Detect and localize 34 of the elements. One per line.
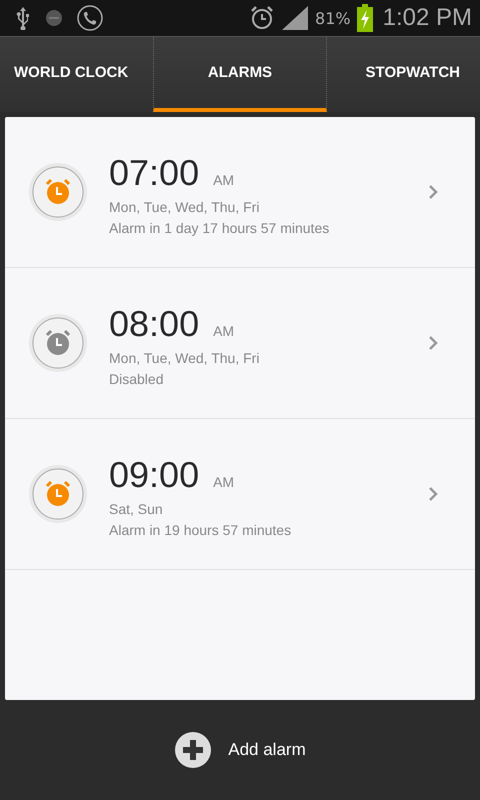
plus-icon (174, 731, 212, 769)
signal-icon (281, 5, 310, 31)
chevron-right-icon (428, 335, 438, 351)
alarm-time: 09:00 (109, 454, 200, 496)
alarm-status: Disabled (109, 372, 164, 387)
alarm-status: Alarm in 1 day 17 hours 57 minutes (109, 221, 330, 236)
circle-icon (44, 8, 64, 28)
battery-charging-icon (356, 4, 373, 32)
alarm-row[interactable]: 08:00 AM Mon, Tue, Wed, Thu, Fri Disabled (5, 268, 475, 419)
chevron-right-icon (428, 486, 438, 502)
chevron-right-icon (428, 184, 438, 200)
alarm-days: Mon, Tue, Wed, Thu, Fri (109, 351, 428, 366)
alarm-days: Mon, Tue, Wed, Thu, Fri (109, 200, 428, 215)
alarm-clock-icon (249, 5, 276, 31)
tab[interactable]: ALARMS (153, 37, 327, 112)
am-pm-label: AM (213, 323, 234, 339)
alarm-clock-icon[interactable] (28, 313, 88, 373)
alarm-row[interactable]: 09:00 AM Sat, Sun Alarm in 19 hours 57 minutes (5, 419, 475, 570)
alarm-clock-icon[interactable] (28, 464, 88, 524)
alarm-status: Alarm in 19 hours 57 minutes (109, 523, 292, 538)
tab[interactable]: STOPWATCH (327, 37, 480, 112)
alarm-clock-icon[interactable] (28, 162, 88, 222)
am-pm-label: AM (213, 474, 234, 490)
alarm-time: 08:00 (109, 303, 200, 345)
usb-icon (14, 6, 32, 30)
alarm-row[interactable]: 07:00 AM Mon, Tue, Wed, Thu, Fri Alarm in 1 day 17 hours 57 minutes (5, 117, 475, 268)
alarm-days: Sat, Sun (109, 502, 428, 517)
phone-icon (76, 4, 104, 32)
add-alarm-button[interactable]: Add alarm (170, 727, 310, 773)
am-pm-label: AM (213, 172, 234, 188)
battery-percentage: 81% (315, 8, 351, 28)
alarm-time: 07:00 (109, 152, 200, 194)
tab[interactable]: WORLD CLOCK (0, 37, 153, 112)
status-time: 1:02 PM (382, 4, 472, 32)
